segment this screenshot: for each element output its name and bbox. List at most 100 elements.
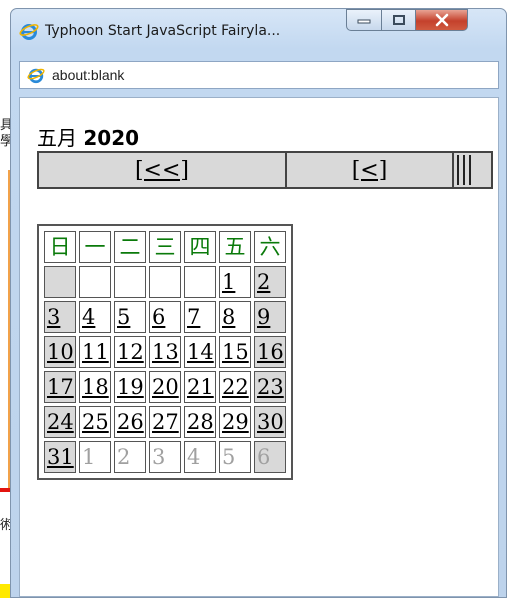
day-link[interactable]: 31 bbox=[47, 445, 74, 469]
calendar-week-row: 24 25 26 27 28 29 30 bbox=[44, 406, 286, 438]
day-link[interactable]: 25 bbox=[82, 410, 109, 434]
day-cell[interactable]: 2 bbox=[254, 266, 286, 298]
day-link[interactable]: 3 bbox=[47, 305, 60, 329]
day-cell[interactable]: 26 bbox=[114, 406, 146, 438]
address-bar[interactable]: about:blank bbox=[19, 61, 499, 89]
day-link[interactable]: 2 bbox=[257, 270, 270, 294]
next-month-day: 3 bbox=[149, 441, 181, 473]
weekday-header-row: 日一二三四五六 bbox=[44, 231, 286, 263]
day-link[interactable]: 26 bbox=[117, 410, 144, 434]
day-cell[interactable]: 19 bbox=[114, 371, 146, 403]
day-link[interactable]: 20 bbox=[152, 375, 179, 399]
close-icon bbox=[435, 13, 448, 27]
month-year-title: 五月 2020 bbox=[37, 122, 139, 151]
day-cell[interactable]: 10 bbox=[44, 336, 76, 368]
day-link[interactable]: 24 bbox=[47, 410, 74, 434]
next-month-day: 6 bbox=[254, 441, 286, 473]
day-cell[interactable]: 9 bbox=[254, 301, 286, 333]
day-link[interactable]: 12 bbox=[117, 340, 144, 364]
day-link[interactable]: 23 bbox=[257, 375, 284, 399]
calendar-grid: 日一二三四五六 1 2 3 4 5 6 7 8 9 10 11 12 13 14 15 16 17 18 19 20 21… bbox=[37, 224, 293, 480]
day-cell[interactable]: 31 bbox=[44, 441, 76, 473]
day-link[interactable]: 22 bbox=[222, 375, 249, 399]
day-cell[interactable]: 20 bbox=[149, 371, 181, 403]
day-cell[interactable]: 7 bbox=[184, 301, 216, 333]
day-link[interactable]: 21 bbox=[187, 375, 214, 399]
ie-icon bbox=[19, 24, 39, 40]
day-cell[interactable]: 12 bbox=[114, 336, 146, 368]
address-text: about:blank bbox=[52, 67, 125, 83]
weekday-header: 一 bbox=[79, 231, 111, 263]
empty-day-cell bbox=[44, 266, 76, 298]
window-title: Typhoon Start JavaScript Fairyla... bbox=[45, 23, 281, 39]
day-cell[interactable]: 6 bbox=[149, 301, 181, 333]
day-cell[interactable]: 8 bbox=[219, 301, 251, 333]
day-link[interactable]: 4 bbox=[82, 305, 95, 329]
day-link[interactable]: 7 bbox=[187, 305, 200, 329]
close-button[interactable] bbox=[416, 9, 468, 31]
weekday-header: 五 bbox=[219, 231, 251, 263]
empty-day-cell bbox=[149, 266, 181, 298]
day-link[interactable]: 19 bbox=[117, 375, 144, 399]
day-link[interactable]: 6 bbox=[152, 305, 165, 329]
day-cell[interactable]: 13 bbox=[149, 336, 181, 368]
maximize-icon bbox=[392, 15, 405, 25]
day-cell[interactable]: 5 bbox=[114, 301, 146, 333]
nav-divider bbox=[469, 155, 471, 185]
day-cell[interactable]: 28 bbox=[184, 406, 216, 438]
day-link[interactable]: 28 bbox=[187, 410, 214, 434]
minimize-button[interactable] bbox=[346, 9, 382, 31]
day-link[interactable]: 13 bbox=[152, 340, 179, 364]
next-month-day: 2 bbox=[114, 441, 146, 473]
day-cell[interactable]: 15 bbox=[219, 336, 251, 368]
day-cell[interactable]: 22 bbox=[219, 371, 251, 403]
day-link[interactable]: 10 bbox=[47, 340, 74, 364]
day-cell[interactable]: 11 bbox=[79, 336, 111, 368]
minimize-icon bbox=[357, 19, 371, 24]
day-cell[interactable]: 23 bbox=[254, 371, 286, 403]
empty-day-cell bbox=[79, 266, 111, 298]
day-link[interactable]: 1 bbox=[222, 270, 235, 294]
day-link[interactable]: 27 bbox=[152, 410, 179, 434]
prev-month-link[interactable]: [<] bbox=[352, 158, 388, 183]
day-cell[interactable]: 16 bbox=[254, 336, 286, 368]
day-cell[interactable]: 1 bbox=[219, 266, 251, 298]
weekday-header: 三 bbox=[149, 231, 181, 263]
day-cell[interactable]: 30 bbox=[254, 406, 286, 438]
day-link[interactable]: 17 bbox=[47, 375, 74, 399]
day-link[interactable]: 30 bbox=[257, 410, 284, 434]
calendar-week-row: 3456789 bbox=[44, 301, 286, 333]
day-link[interactable]: 9 bbox=[257, 305, 270, 329]
prev-year-link[interactable]: [<<] bbox=[135, 158, 189, 183]
day-cell[interactable]: 4 bbox=[79, 301, 111, 333]
day-link[interactable]: 14 bbox=[187, 340, 214, 364]
day-link[interactable]: 18 bbox=[82, 375, 109, 399]
day-cell[interactable]: 3 bbox=[44, 301, 76, 333]
empty-day-cell bbox=[114, 266, 146, 298]
calendar-week-row: 10 11 12 13 14 15 16 bbox=[44, 336, 286, 368]
weekday-header: 二 bbox=[114, 231, 146, 263]
day-link[interactable]: 29 bbox=[222, 410, 249, 434]
day-cell[interactable]: 25 bbox=[79, 406, 111, 438]
day-cell[interactable]: 14 bbox=[184, 336, 216, 368]
day-cell[interactable]: 21 bbox=[184, 371, 216, 403]
page-content: 五月 2020 [<<] [<] 日一二三四五六 1 2 3 4 5 6 7 8 9 10 11 12 1… bbox=[19, 97, 499, 597]
day-cell[interactable]: 17 bbox=[44, 371, 76, 403]
day-cell[interactable]: 29 bbox=[219, 406, 251, 438]
title-bar[interactable]: Typhoon Start JavaScript Fairyla... bbox=[11, 9, 506, 55]
calendar-week-row: 31 1 2 3 4 5 6 bbox=[44, 441, 286, 473]
maximize-button[interactable] bbox=[382, 9, 416, 31]
day-cell[interactable]: 24 bbox=[44, 406, 76, 438]
day-cell[interactable]: 18 bbox=[79, 371, 111, 403]
month-label: 五月 bbox=[37, 126, 77, 150]
caption-buttons bbox=[346, 9, 468, 31]
day-link[interactable]: 16 bbox=[257, 340, 284, 364]
day-cell[interactable]: 27 bbox=[149, 406, 181, 438]
calendar-week-row: 17 18 19 20 21 22 23 bbox=[44, 371, 286, 403]
day-link[interactable]: 8 bbox=[222, 305, 235, 329]
day-link[interactable]: 5 bbox=[117, 305, 130, 329]
next-month-day: 5 bbox=[219, 441, 251, 473]
calendar-body: 日一二三四五六 1 2 3 4 5 6 7 8 9 10 11 12 13 14 15 16 17 18 19 20 21… bbox=[44, 231, 286, 473]
day-link[interactable]: 15 bbox=[222, 340, 249, 364]
day-link[interactable]: 11 bbox=[82, 340, 109, 364]
